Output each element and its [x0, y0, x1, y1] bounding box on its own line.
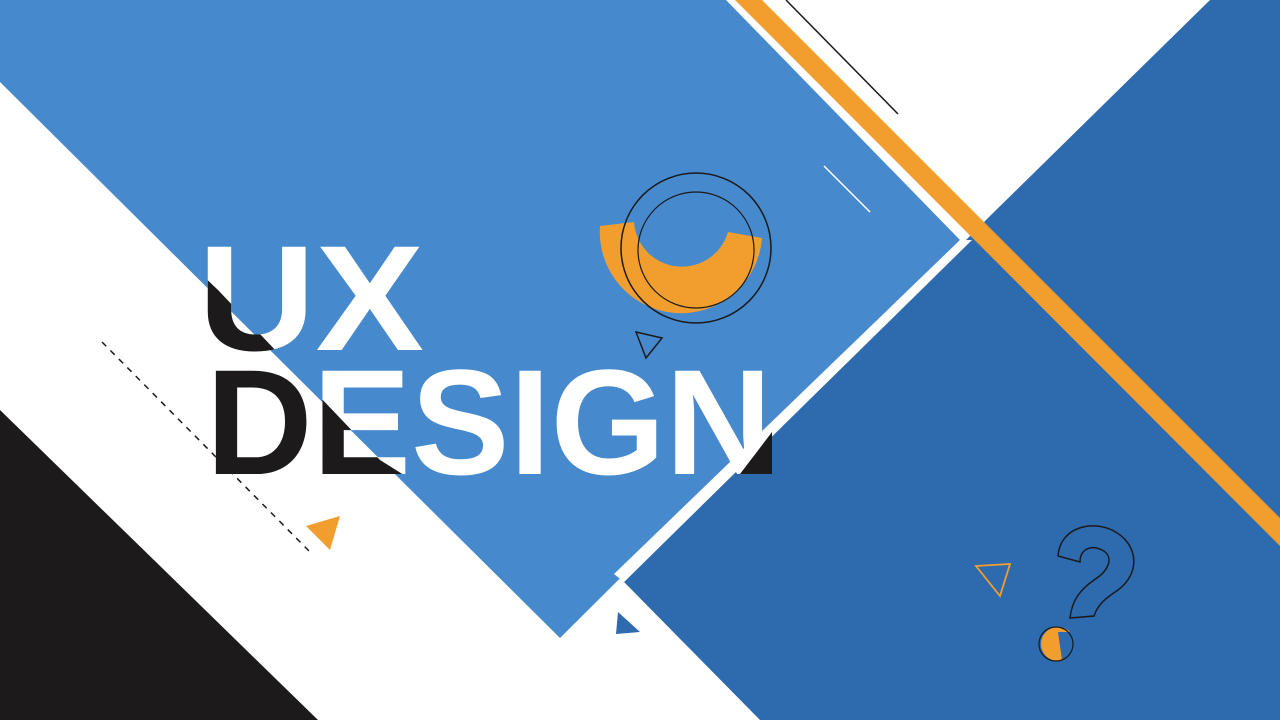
banner-artwork: UX DESIGN UX DESIGN [0, 0, 1280, 720]
hero-banner: UX DESIGN UX DESIGN [0, 0, 1280, 720]
